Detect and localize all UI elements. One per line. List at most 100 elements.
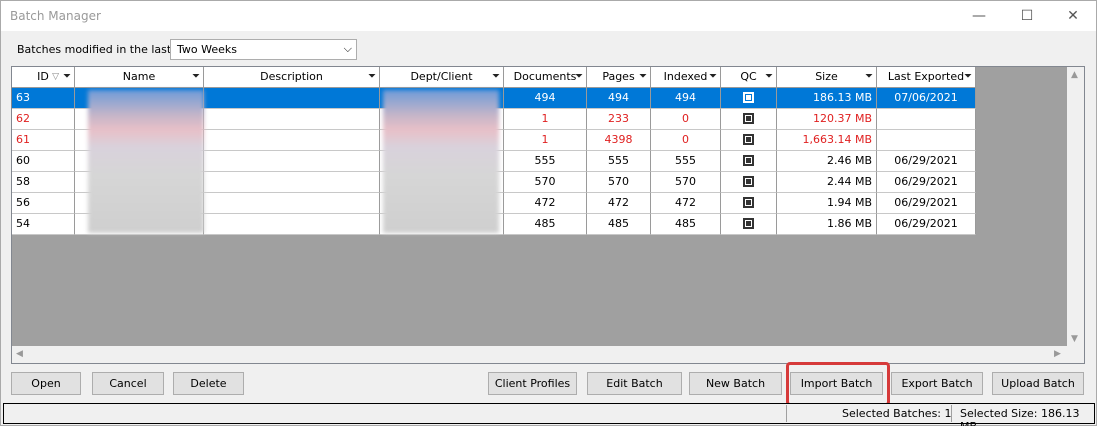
cell-id: 61 bbox=[12, 130, 75, 151]
qc-checkbox[interactable] bbox=[743, 133, 754, 145]
upload-batch-button[interactable]: Upload Batch bbox=[992, 372, 1084, 395]
cell-qc bbox=[721, 172, 777, 193]
column-header-size[interactable]: Size ⏷ bbox=[777, 67, 877, 88]
close-button[interactable]: ✕ bbox=[1050, 1, 1096, 31]
maximize-button[interactable]: ☐ bbox=[1004, 1, 1050, 31]
modified-period-dropdown[interactable]: Two Weeks ⌵ bbox=[170, 39, 357, 60]
funnel-icon[interactable]: ⏷ bbox=[639, 67, 647, 87]
qc-checkbox[interactable] bbox=[743, 154, 754, 166]
cell-documents: 570 bbox=[504, 172, 587, 193]
cell-last-exported: 06/29/2021 bbox=[877, 151, 976, 172]
cell-size: 186.13 MB bbox=[777, 88, 877, 109]
cell-id: 60 bbox=[12, 151, 75, 172]
cancel-button[interactable]: Cancel bbox=[92, 372, 164, 395]
column-header-last-exported[interactable]: Last Exported ⏷ bbox=[877, 67, 976, 88]
cell-pages: 485 bbox=[587, 214, 651, 235]
cell-last-exported: 06/29/2021 bbox=[877, 214, 976, 235]
funnel-icon[interactable]: ⏷ bbox=[709, 67, 717, 87]
qc-checkbox[interactable] bbox=[743, 175, 754, 187]
column-header-label: QC bbox=[740, 70, 757, 83]
funnel-icon[interactable]: ⏷ bbox=[368, 67, 376, 87]
cell-description bbox=[204, 151, 380, 172]
cell-id: 62 bbox=[12, 109, 75, 130]
funnel-icon[interactable]: ⏷ bbox=[964, 67, 972, 87]
qc-checkbox[interactable] bbox=[743, 91, 754, 103]
funnel-icon[interactable]: ⏷ bbox=[63, 67, 71, 87]
scroll-down-icon[interactable]: ▼ bbox=[1071, 334, 1078, 344]
column-header-description[interactable]: Description ⏷ bbox=[204, 67, 380, 88]
modified-period-value: Two Weeks bbox=[177, 43, 237, 56]
cell-description bbox=[204, 130, 380, 151]
selected-batches-status: Selected Batches: 1 bbox=[842, 407, 952, 420]
column-header-dept-client[interactable]: Dept/Client ⏷ bbox=[380, 67, 504, 88]
cell-last-exported bbox=[877, 109, 976, 130]
cell-last-exported bbox=[877, 130, 976, 151]
cell-description bbox=[204, 193, 380, 214]
cell-indexed: 570 bbox=[651, 172, 721, 193]
cell-documents: 494 bbox=[504, 88, 587, 109]
cell-pages: 494 bbox=[587, 88, 651, 109]
funnel-icon[interactable]: ⏷ bbox=[765, 67, 773, 87]
open-button[interactable]: Open bbox=[11, 372, 81, 395]
column-header-qc[interactable]: QC ⏷ bbox=[721, 67, 777, 88]
qc-checkbox[interactable] bbox=[743, 196, 754, 208]
column-header-label: Name bbox=[122, 70, 156, 83]
scroll-up-icon[interactable]: ▲ bbox=[1071, 70, 1078, 80]
cell-pages: 4398 bbox=[587, 130, 651, 151]
column-header-label: Description bbox=[260, 70, 323, 83]
cell-indexed: 555 bbox=[651, 151, 721, 172]
cell-qc bbox=[721, 193, 777, 214]
cell-indexed: 485 bbox=[651, 214, 721, 235]
cell-qc bbox=[721, 214, 777, 235]
cell-description bbox=[204, 214, 380, 235]
minimize-button[interactable]: — bbox=[956, 1, 1002, 31]
export-batch-button[interactable]: Export Batch bbox=[891, 372, 983, 395]
column-header-label: Indexed bbox=[663, 70, 708, 83]
column-header-indexed[interactable]: Indexed ⏷ bbox=[651, 67, 721, 88]
funnel-icon[interactable]: ⏷ bbox=[492, 67, 500, 87]
qc-checkbox[interactable] bbox=[743, 217, 754, 229]
cell-last-exported: 06/29/2021 bbox=[877, 193, 976, 214]
cell-size: 1.86 MB bbox=[777, 214, 877, 235]
horizontal-scrollbar[interactable]: ◀ ▶ bbox=[12, 346, 1084, 363]
column-header-label: Dept/Client bbox=[410, 70, 473, 83]
scroll-left-icon[interactable]: ◀ bbox=[16, 349, 23, 359]
new-batch-button[interactable]: New Batch bbox=[689, 372, 782, 395]
delete-button[interactable]: Delete bbox=[173, 372, 244, 395]
cell-pages: 472 bbox=[587, 193, 651, 214]
funnel-icon[interactable]: ⏷ bbox=[192, 67, 200, 87]
cell-qc bbox=[721, 109, 777, 130]
cell-indexed: 472 bbox=[651, 193, 721, 214]
qc-checkbox[interactable] bbox=[743, 112, 754, 124]
cell-last-exported: 07/06/2021 bbox=[877, 88, 976, 109]
cell-id: 58 bbox=[12, 172, 75, 193]
scroll-right-icon[interactable]: ▶ bbox=[1054, 349, 1061, 359]
cell-qc bbox=[721, 130, 777, 151]
cell-size: 2.44 MB bbox=[777, 172, 877, 193]
column-header-name[interactable]: Name ⏷ bbox=[75, 67, 204, 88]
column-header-label: Documents bbox=[513, 70, 577, 83]
grid-header-row: ID ▽ ⏷ Name ⏷ Description ⏷ Dept/Client ⏷ Documen… bbox=[12, 67, 976, 88]
column-header-id[interactable]: ID ▽ ⏷ bbox=[12, 67, 75, 88]
funnel-icon[interactable]: ⏷ bbox=[865, 67, 873, 87]
cell-description bbox=[204, 88, 380, 109]
cell-indexed: 0 bbox=[651, 130, 721, 151]
window-title: Batch Manager bbox=[10, 9, 101, 23]
column-header-label: Size bbox=[815, 70, 838, 83]
import-batch-highlight bbox=[786, 362, 890, 406]
edit-batch-button[interactable]: Edit Batch bbox=[587, 372, 682, 395]
batch-grid[interactable]: ID ▽ ⏷ Name ⏷ Description ⏷ Dept/Client ⏷ Documen… bbox=[11, 66, 1085, 364]
vertical-scrollbar[interactable]: ▲ ▼ bbox=[1067, 67, 1084, 348]
cell-last-exported: 06/29/2021 bbox=[877, 172, 976, 193]
redacted-client-region bbox=[383, 90, 499, 233]
chevron-down-icon: ⌵ bbox=[343, 42, 352, 55]
client-profiles-button[interactable]: Client Profiles bbox=[488, 372, 577, 395]
column-header-pages[interactable]: Pages ⏷ bbox=[587, 67, 651, 88]
cell-id: 63 bbox=[12, 88, 75, 109]
status-divider bbox=[786, 405, 787, 422]
column-header-label: Pages bbox=[602, 70, 635, 83]
column-header-documents[interactable]: Documents ⏷ bbox=[504, 67, 587, 88]
funnel-icon[interactable]: ⏷ bbox=[575, 67, 583, 87]
cell-indexed: 0 bbox=[651, 109, 721, 130]
cell-id: 56 bbox=[12, 193, 75, 214]
